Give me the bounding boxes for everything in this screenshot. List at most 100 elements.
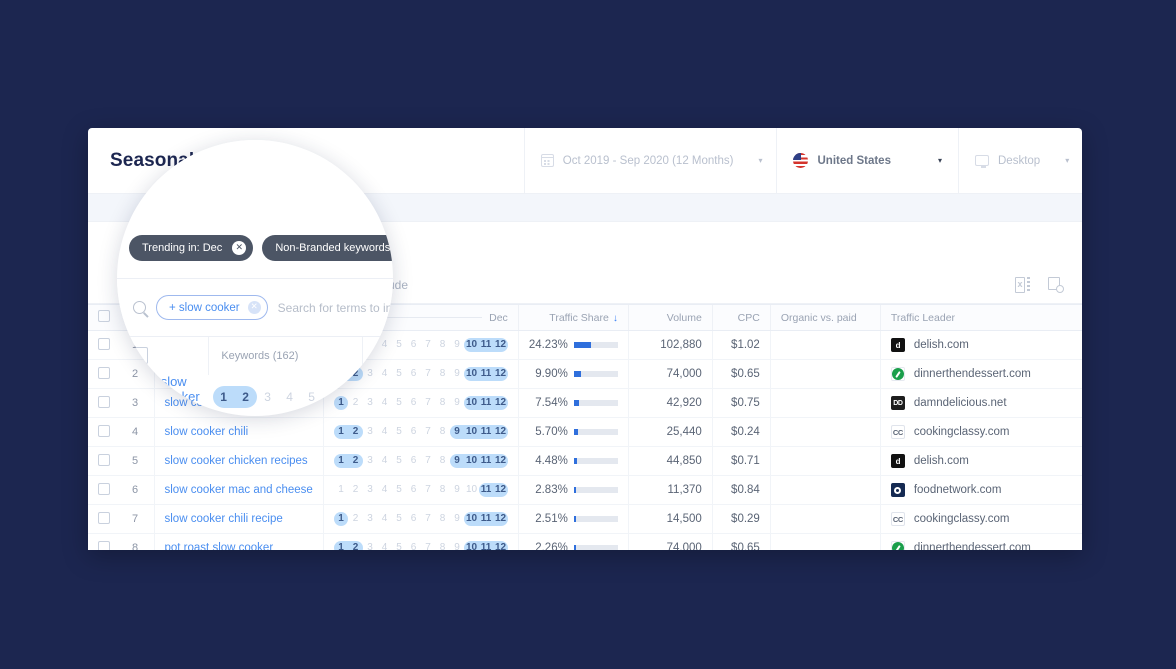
keyword-link[interactable]: pot roast slow cooker (165, 542, 274, 550)
traffic-leader-domain: foodnetwork.com (914, 484, 1002, 496)
month-cell: 4 (377, 512, 392, 526)
organic-vs-paid-cell (770, 447, 880, 476)
traffic-leader-cell[interactable]: CCcookingclassy.com (880, 505, 1082, 534)
traffic-leader-header[interactable]: Traffic Leader (880, 305, 1082, 331)
traffic-leader-cell[interactable]: dinnerthendessert.com (880, 534, 1082, 551)
magnified-search-row[interactable]: + slow cooker ✕ Search for terms to incl… (117, 279, 393, 336)
volume-header[interactable]: Volume (628, 305, 712, 331)
keyword-link[interactable]: slow cooker pot roast (149, 413, 200, 417)
select-all-checkbox[interactable] (98, 310, 110, 322)
traffic-leader-cell[interactable]: ddelish.com (880, 447, 1082, 476)
traffic-share-bar (574, 400, 618, 406)
cpc-cell: $0.84 (712, 476, 770, 505)
month-cell: 7 (421, 454, 436, 468)
traffic-leader-cell[interactable]: foodnetwork.com (880, 476, 1082, 505)
close-icon[interactable]: ✕ (232, 241, 246, 255)
table-row[interactable]: 4slow cooker chili1234567891011125.70%25… (88, 418, 1082, 447)
filter-chip-trending[interactable]: Trending in: Dec ✕ (129, 235, 253, 261)
months-cell: 123456789101112 (323, 534, 518, 551)
month-cell: 8 (435, 367, 450, 381)
month-cell: 7 (421, 338, 436, 352)
organic-vs-paid-header[interactable]: Organic vs. paid (770, 305, 880, 331)
table-row[interactable]: 1slow cooker recipes123456789101112 (117, 374, 393, 416)
month-strip: 123456789101112 (334, 483, 508, 497)
close-icon[interactable]: ✕ (248, 301, 261, 314)
row-checkbox[interactable] (98, 396, 110, 408)
traffic-leader-cell[interactable]: DDdamndelicious.net (880, 389, 1082, 418)
excel-export-icon[interactable]: x (1015, 277, 1030, 293)
keyword-cell[interactable]: slow cooker chili recipe (154, 505, 323, 534)
cpc-header[interactable]: CPC (712, 305, 770, 331)
table-row[interactable]: 8 pot roast slow cooker 123456789101112 2.2… (88, 534, 1082, 551)
month-cell: 11 (479, 512, 494, 526)
traffic-share-value: 5.70% (535, 426, 568, 438)
keyword-link[interactable]: slow cooker chicken recipes (165, 455, 308, 467)
keyword-cell[interactable]: pot roast slow cooker (154, 534, 323, 551)
traffic-share-label: Traffic Share (549, 312, 609, 324)
row-checkbox-cell[interactable] (88, 418, 122, 447)
month-strip: 123456789101112 (334, 454, 508, 468)
cpc-cell: $0.24 (712, 418, 770, 447)
row-checkbox[interactable] (98, 367, 110, 379)
traffic-share-bar (574, 342, 618, 348)
month-cell: 6 (406, 541, 421, 550)
traffic-leader-cell[interactable]: ddelish.com (880, 331, 1082, 360)
traffic-leader-cell[interactable]: dinnerthendessert.com (880, 360, 1082, 389)
keyword-link[interactable]: slow cooker chili recipe (165, 513, 283, 525)
row-checkbox-cell[interactable] (88, 476, 122, 505)
month-cell: 12 (493, 512, 508, 526)
traffic-share-value: 2.26% (535, 542, 568, 550)
row-checkbox[interactable] (98, 541, 110, 551)
row-checkbox-cell[interactable] (88, 534, 122, 551)
chevron-down-icon: ▾ (900, 156, 942, 165)
country-selector[interactable]: United States ▾ (776, 128, 958, 194)
month-cell: 9 (450, 512, 465, 526)
magnified-title-area (117, 140, 393, 218)
row-checkbox[interactable] (117, 388, 134, 405)
magnified-rows: 1slow cooker recipes1234567891011122slow… (117, 374, 393, 416)
month-cell: 10 (464, 396, 479, 410)
table-row[interactable]: 5slow cooker chicken recipes123456789101… (88, 447, 1082, 476)
month-cell: 8 (435, 541, 450, 550)
chevron-down-icon: ▾ (742, 156, 762, 165)
search-term-tag[interactable]: + slow cooker ✕ (156, 295, 268, 320)
month-cell: 6 (406, 367, 421, 381)
month-cell: 10 (464, 367, 479, 381)
month-cell: 8 (435, 338, 450, 352)
row-checkbox[interactable] (98, 454, 110, 466)
keyword-link[interactable]: slow cooker chili (165, 426, 249, 438)
table-row[interactable]: 7slow cooker chili recipe123456789101112… (88, 505, 1082, 534)
keyword-link[interactable]: slow cooker mac and cheese (165, 484, 313, 496)
traffic-leader-cell[interactable]: CCcookingclassy.com (880, 418, 1082, 447)
row-checkbox[interactable] (98, 338, 110, 350)
row-checkbox-cell[interactable] (88, 447, 122, 476)
month-cell: 10 (464, 454, 479, 468)
table-settings-icon[interactable] (1048, 277, 1064, 293)
keyword-cell[interactable]: slow cooker mac and cheese (154, 476, 323, 505)
row-rank: 7 (122, 505, 154, 534)
month-cell: 9 (450, 454, 465, 468)
row-checkbox-cell[interactable] (88, 505, 122, 534)
row-checkbox[interactable] (98, 425, 110, 437)
row-checkbox[interactable] (98, 483, 110, 495)
traffic-share-header[interactable]: Traffic Share↓ (518, 305, 628, 331)
keyword-cell[interactable]: slow cooker chicken recipes (154, 447, 323, 476)
month-cell: 2 (348, 454, 363, 468)
filter-chip-nonbranded[interactable]: Non-Branded keywords ✕ (262, 235, 393, 261)
cpc-cell: $0.71 (712, 447, 770, 476)
month-strip: 123456789101112 (213, 386, 393, 408)
table-row[interactable]: 6slow cooker mac and cheese1234567891011… (88, 476, 1082, 505)
select-all-checkbox[interactable] (117, 347, 162, 364)
device-selector[interactable]: Desktop ▾ (958, 128, 1082, 194)
traffic-share-cell: 24.23% (518, 331, 628, 360)
traffic-share-cell: 7.54% (518, 389, 628, 418)
date-range-picker[interactable]: Oct 2019 - Sep 2020 (12 Months) ▾ (524, 128, 777, 194)
month-cell: 6 (323, 386, 345, 408)
keyword-cell[interactable]: slow cooker chili (154, 418, 323, 447)
traffic-share-cell: 5.70% (518, 418, 628, 447)
keyword-link[interactable]: slow cooker recipes (149, 374, 203, 416)
keywords-header[interactable]: Keywords (162) (208, 337, 362, 375)
cpc-cell: $0.75 (712, 389, 770, 418)
traffic-share-value: 24.23% (529, 339, 568, 351)
row-checkbox[interactable] (98, 512, 110, 524)
